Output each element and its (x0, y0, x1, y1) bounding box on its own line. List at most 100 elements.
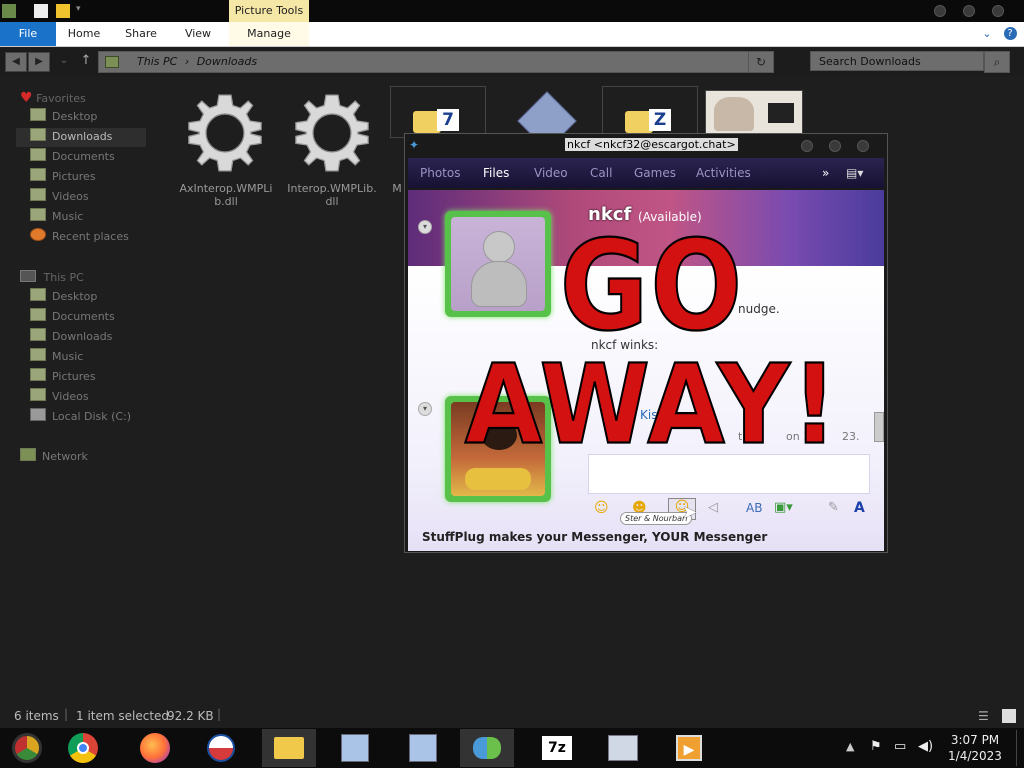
downloads-icon (30, 328, 46, 341)
chrome-icon[interactable] (56, 729, 110, 767)
address-bar[interactable]: This PC › Downloads ↻ (98, 51, 774, 73)
breadcrumb-this-pc[interactable]: This PC (137, 55, 177, 68)
media-player-icon[interactable]: ▶ (662, 729, 716, 767)
font-style-icon[interactable]: AB (746, 501, 762, 515)
nav-photos[interactable]: Photos (420, 166, 460, 180)
gear-icon[interactable] (289, 90, 375, 176)
music-icon (30, 348, 46, 361)
installer-icon[interactable] (396, 729, 450, 767)
chevron-down-icon[interactable]: ▾ (76, 4, 86, 18)
sidebar-item-pictures[interactable]: Pictures (30, 168, 96, 186)
search-icon[interactable]: ⌕ (984, 51, 1010, 73)
file-label-axinterop[interactable]: AxInterop.WMPLi b.dll (174, 182, 278, 208)
expand-ribbon-icon[interactable]: ⌄ (980, 22, 994, 46)
firefox-icon[interactable] (128, 729, 182, 767)
messenger-maximize-button[interactable] (829, 140, 841, 152)
obama-logo-icon[interactable] (194, 729, 248, 767)
file-explorer-icon[interactable] (262, 729, 316, 767)
zip-archive-tile[interactable]: Z (602, 86, 698, 138)
nav-call[interactable]: Call (590, 166, 612, 180)
text-format-icon[interactable]: A (854, 500, 865, 516)
nav-games[interactable]: Games (634, 166, 676, 180)
breadcrumb-downloads[interactable]: Downloads (197, 55, 257, 68)
tab-manage[interactable]: Manage (229, 22, 309, 46)
chrome-canary-icon[interactable] (0, 729, 54, 767)
7zip-icon[interactable]: 7z (530, 729, 584, 767)
flag-icon[interactable]: ⚑ (870, 739, 882, 754)
sidebar-item-videos[interactable]: Videos (30, 188, 89, 206)
volume-icon[interactable]: ◀) (918, 739, 933, 754)
overlay-line-2: AWAY! (464, 339, 840, 470)
videos-icon (30, 388, 46, 401)
minimize-button[interactable] (934, 5, 946, 17)
handwriting-icon[interactable]: ✎ (828, 500, 839, 515)
collapse-icon[interactable]: ▾ (418, 402, 432, 416)
sidebar-item-pc-videos[interactable]: Videos (30, 388, 89, 406)
sidebar-item-network[interactable]: Network (20, 448, 88, 466)
sidebar-item-desktop[interactable]: Desktop (30, 108, 97, 126)
gear-icon[interactable] (182, 90, 268, 176)
image-thumbnail[interactable] (705, 90, 803, 138)
emoticon-icon[interactable]: ☺ (594, 500, 609, 516)
clock-time: 3:07 PM (950, 733, 1000, 747)
nav-video[interactable]: Video (534, 166, 568, 180)
archive-tile[interactable]: 7 (390, 86, 486, 138)
sidebar-item-local-disk[interactable]: Local Disk (C:) (30, 408, 131, 426)
voice-clip-icon[interactable]: ◁ (708, 500, 718, 515)
sidebar-item-documents[interactable]: Documents (30, 148, 115, 166)
sidebar-item-downloads[interactable]: Downloads (30, 128, 112, 146)
close-button[interactable] (992, 5, 1004, 17)
scrollbar-thumb[interactable] (874, 412, 884, 442)
tab-share[interactable]: Share (118, 22, 164, 46)
status-bar: 6 items | 1 item selected 92.2 KB | ☰ (0, 706, 1024, 728)
tray-overflow-icon[interactable]: ▲ (846, 740, 854, 753)
favorites-header[interactable]: ♥ Favorites (20, 90, 86, 106)
sidebar-item-music[interactable]: Music (30, 208, 83, 226)
tab-file[interactable]: File (0, 22, 56, 46)
nav-activities[interactable]: Activities (696, 166, 751, 180)
go-away-overlay: GO AWAY! (452, 217, 852, 478)
taskbar-clock[interactable]: 3:07 PM 1/4/2023 (945, 732, 1005, 764)
pictures-icon (30, 368, 46, 381)
sidebar-item-pc-downloads[interactable]: Downloads (30, 328, 112, 346)
collapse-icon[interactable]: ▾ (418, 220, 432, 234)
network-tray-icon[interactable]: ▭ (894, 739, 906, 754)
large-icons-view-icon[interactable] (1002, 709, 1016, 723)
more-chevron-icon[interactable]: » (822, 166, 829, 180)
this-pc-header[interactable]: This PC (20, 270, 84, 284)
pictures-icon (30, 168, 46, 181)
sidebar-item-pc-desktop[interactable]: Desktop (30, 288, 97, 306)
forward-button[interactable]: ▶ (28, 52, 50, 72)
maximize-button[interactable] (963, 5, 975, 17)
help-icon[interactable]: ? (1002, 22, 1018, 46)
details-view-icon[interactable]: ☰ (978, 709, 989, 723)
task-manager-icon[interactable] (596, 729, 650, 767)
explorer-icon (2, 4, 16, 18)
tab-view[interactable]: View (176, 22, 220, 46)
messenger-icon[interactable] (460, 729, 514, 767)
background-icon[interactable]: ▣▾ (774, 500, 793, 515)
sidebar-item-pc-music[interactable]: Music (30, 348, 83, 366)
nav-files[interactable]: Files (483, 166, 509, 180)
up-arrow-icon[interactable]: ↑ (76, 52, 96, 70)
messenger-minimize-button[interactable] (801, 140, 813, 152)
search-input[interactable]: Search Downloads (810, 51, 984, 71)
sidebar-item-pc-documents[interactable]: Documents (30, 308, 115, 326)
messenger-close-button[interactable] (857, 140, 869, 152)
tab-home[interactable]: Home (62, 22, 106, 46)
options-menu-icon[interactable]: ▤▾ (846, 166, 863, 180)
installer-icon[interactable] (328, 729, 382, 767)
new-folder-icon[interactable] (56, 4, 70, 18)
desktop-icon (30, 108, 46, 121)
back-button[interactable]: ◀ (5, 52, 27, 72)
show-desktop-button[interactable] (1016, 730, 1023, 766)
sidebar-item-recent-places[interactable]: Recent places (30, 228, 129, 246)
recent-dropdown-icon[interactable]: ⌄ (54, 52, 74, 70)
ribbon-tabs: File Home Share View Manage ⌄ ? (0, 22, 1024, 47)
file-label-interop[interactable]: Interop.WMPLib. dll (280, 182, 384, 208)
properties-icon[interactable] (34, 4, 48, 18)
messenger-buddy-icon: ✦ (409, 138, 420, 152)
zip-badge: Z (649, 109, 671, 131)
sidebar-item-pc-pictures[interactable]: Pictures (30, 368, 96, 386)
refresh-icon[interactable]: ↻ (748, 52, 773, 72)
